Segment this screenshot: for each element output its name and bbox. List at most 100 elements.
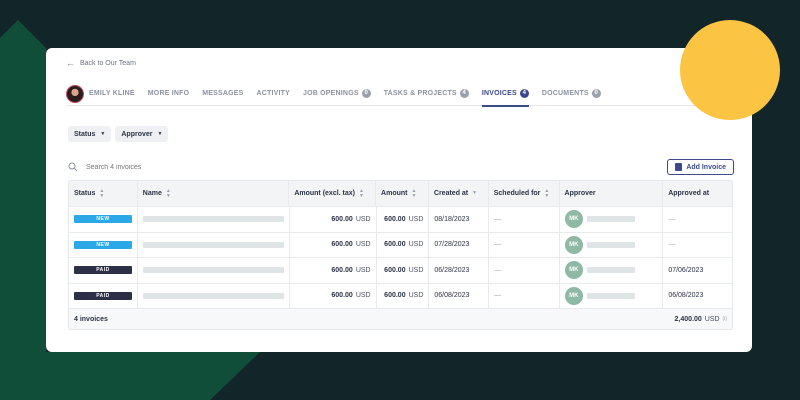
invoice-name-placeholder (143, 216, 284, 223)
total-value: 2,400.00 (674, 315, 702, 323)
filter-label: Status (74, 130, 96, 138)
created-date: 06/28/2023 (434, 266, 470, 274)
amount-excl-value: 600.00 (331, 215, 353, 223)
tab-count-badge: 0 (361, 89, 371, 98)
status-badge: NEW (74, 240, 132, 249)
decorative-circle (680, 20, 780, 120)
tab-label: TASKS & PROJECTS (383, 90, 457, 97)
amount-value: 600.00 (384, 292, 406, 300)
scheduled-date: — (494, 241, 502, 249)
tab-label: MESSAGES (202, 90, 244, 97)
approved-date: — (668, 215, 676, 223)
invoice-count: 4 invoices (74, 315, 108, 323)
tab-profile[interactable]: EMILY KLINE (66, 82, 135, 106)
approver-avatar: MK (564, 286, 583, 305)
back-link-label: Back to Our Team (80, 59, 136, 67)
approved-date: 07/06/2023 (668, 266, 704, 274)
approver-name-placeholder (586, 241, 635, 248)
tab-messages[interactable]: MESSAGES (202, 82, 243, 106)
currency-label: USD (408, 266, 424, 274)
currency-label: USD (408, 241, 424, 249)
tab-documents[interactable]: DOCUMENTS 0 (542, 82, 601, 106)
currency-label: USD (355, 215, 371, 223)
sort-icon: ▲ ▼ (99, 187, 105, 199)
invoices-card: ← Back to Our Team EMILY KLINE MORE INFO… (46, 48, 752, 352)
sort-icon: ▲ ▼ (165, 187, 171, 199)
approver-avatar: MK (564, 210, 583, 229)
invoice-name-placeholder (143, 241, 284, 248)
invoice-name-placeholder (143, 292, 284, 299)
scheduled-date: — (494, 215, 502, 223)
amount-excl-value: 600.00 (331, 266, 353, 274)
tab-label: DOCUMENTS (541, 90, 589, 97)
total-amount: 2,400.00 USD (i) (675, 316, 727, 323)
add-invoice-label: Add Invoice (686, 163, 726, 171)
table-row[interactable]: NEW 600.00 USD 600.00 USD 08/18/2023 — MK … (69, 207, 732, 233)
search-row: Add Invoice (68, 158, 734, 176)
sort-desc-icon: ▼ (472, 190, 478, 196)
created-date: 06/08/2023 (434, 292, 470, 300)
tab-job-openings[interactable]: JOB OPENINGS 0 (303, 82, 371, 106)
arrow-left-icon: ← (66, 58, 75, 68)
approver-filter-dropdown[interactable]: Approver ▼ (115, 126, 169, 142)
currency-label: USD (355, 241, 371, 249)
amount-value: 600.00 (384, 241, 406, 249)
sort-icon: ▲ ▼ (411, 187, 417, 199)
created-date: 08/18/2023 (434, 215, 470, 223)
tab-tasks-projects[interactable]: TASKS & PROJECTS 4 (384, 82, 469, 106)
status-filter-dropdown[interactable]: Status ▼ (68, 126, 112, 142)
back-link[interactable]: ← Back to Our Team (66, 58, 136, 68)
tab-more-info[interactable]: MORE INFO (148, 82, 189, 106)
tab-count-badge: 0 (591, 89, 601, 98)
invoices-table: Status ▲ ▼ Name ▲ ▼ Amount (excl. tax) ▲ ▼ Amo… (68, 180, 733, 330)
tab-invoices[interactable]: INVOICES 4 (481, 82, 529, 107)
scheduled-date: — (494, 292, 502, 300)
column-header-amount[interactable]: Amount ▲ ▼ (376, 181, 429, 206)
column-header-approved[interactable]: Approved at (663, 181, 732, 206)
approver-avatar: MK (564, 261, 583, 280)
table-row[interactable]: NEW 600.00 USD 600.00 USD 07/28/2023 — MK … (69, 232, 732, 258)
scheduled-date: — (494, 266, 502, 274)
currency-label: USD (408, 292, 424, 300)
column-header-created[interactable]: Created at ▼ (429, 181, 489, 206)
tab-activity[interactable]: ACTIVITY (257, 82, 291, 106)
caret-down-icon: ▼ (100, 131, 106, 137)
tab-label: INVOICES (481, 90, 517, 97)
search-icon (68, 162, 78, 172)
sort-icon: ▲ ▼ (359, 187, 364, 199)
filter-label: Approver (121, 130, 153, 138)
currency-label: USD (408, 215, 424, 223)
info-icon: (i) (722, 316, 727, 322)
column-header-amount-excl[interactable]: Amount (excl. tax) ▲ ▼ (289, 181, 377, 206)
approved-date: 06/08/2023 (668, 292, 704, 300)
table-footer: 4 invoices 2,400.00 USD (i) (69, 309, 732, 329)
column-header-scheduled[interactable]: Scheduled for ▲ ▼ (489, 181, 560, 206)
approved-date: — (668, 241, 676, 249)
column-header-approver[interactable]: Approver (560, 181, 664, 206)
status-badge: NEW (74, 215, 132, 224)
currency-label: USD (355, 292, 371, 300)
amount-value: 600.00 (384, 266, 406, 274)
approver-avatar: MK (564, 235, 583, 254)
created-date: 07/28/2023 (434, 241, 470, 249)
column-header-status[interactable]: Status ▲ ▼ (69, 181, 138, 206)
search-input[interactable] (86, 163, 286, 171)
table-row[interactable]: PAID 600.00 USD 600.00 USD 06/28/2023 — MK… (69, 258, 732, 284)
status-badge: PAID (74, 291, 132, 300)
amount-value: 600.00 (384, 215, 406, 223)
tab-label: JOB OPENINGS (303, 90, 359, 97)
avatar (66, 84, 84, 103)
add-invoice-button[interactable]: Add Invoice (667, 159, 734, 175)
profile-tabs: EMILY KLINE MORE INFO MESSAGES ACTIVITY … (66, 82, 732, 107)
column-header-name[interactable]: Name ▲ ▼ (138, 181, 290, 206)
currency-label: USD (355, 266, 371, 274)
tab-label: EMILY KLINE (89, 90, 135, 97)
table-row[interactable]: PAID 600.00 USD 600.00 USD 06/08/2023 — MK… (69, 283, 732, 309)
document-icon (675, 163, 683, 171)
tab-count-badge: 4 (459, 89, 469, 98)
amount-excl-value: 600.00 (331, 241, 353, 249)
status-badge: PAID (74, 266, 132, 275)
approver-name-placeholder (586, 292, 635, 299)
tab-count-badge: 4 (519, 89, 529, 98)
amount-excl-value: 600.00 (331, 292, 353, 300)
